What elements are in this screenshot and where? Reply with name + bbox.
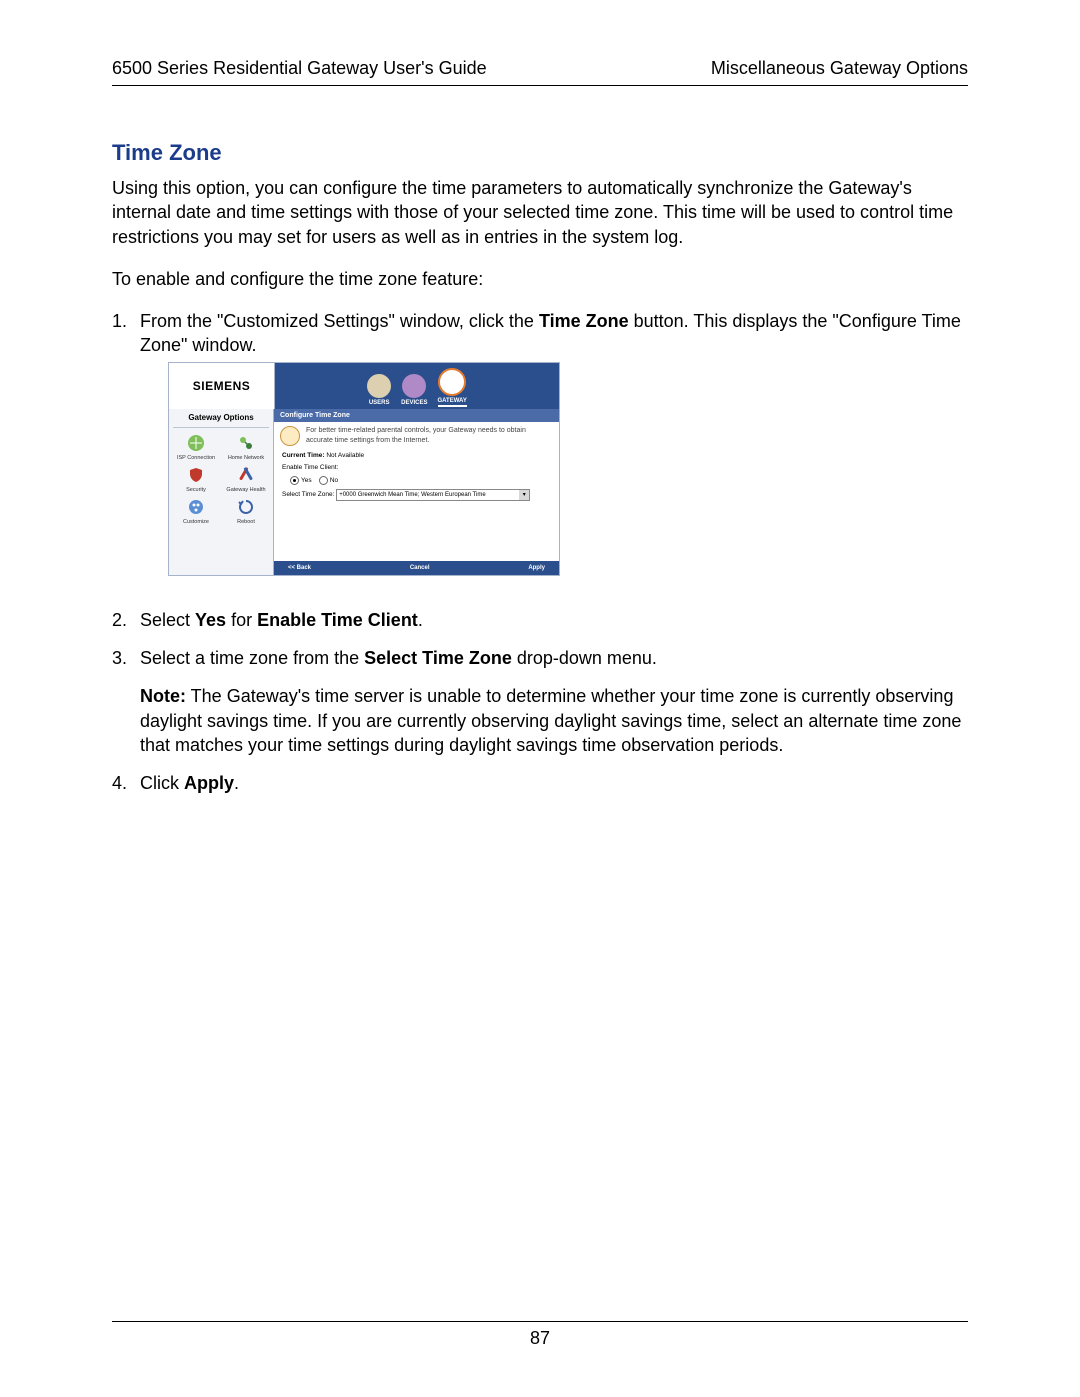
users-icon [367, 374, 391, 398]
radio-no[interactable] [319, 476, 328, 485]
step3-post: drop-down menu. [512, 648, 657, 668]
page-header: 6500 Series Residential Gateway User's G… [112, 58, 968, 86]
brand-area: SIEMENS [169, 363, 275, 409]
step1-bold: Time Zone [539, 311, 629, 331]
gateway-icon [438, 368, 466, 396]
sidebar-health-label: Gateway Health [226, 487, 265, 494]
sidebar: Gateway Options ISP Connection [169, 409, 274, 575]
sidebar-item-isp[interactable]: ISP Connection [173, 432, 219, 462]
step3-pre: Select a time zone from the [140, 648, 364, 668]
timezone-row: Select Time Zone: +0000 Greenwich Mean T… [282, 489, 551, 501]
customize-icon [185, 496, 207, 518]
step2-mid: for [226, 610, 257, 630]
step2-post: . [418, 610, 423, 630]
current-time-label: Current Time: [282, 452, 325, 459]
pane-header: Configure Time Zone [274, 409, 559, 422]
step1-pre: From the "Customized Settings" window, c… [140, 311, 539, 331]
pane-info: For better time-related parental control… [274, 422, 559, 450]
devices-icon [402, 374, 426, 398]
steps-list: 1. From the "Customized Settings" window… [112, 309, 968, 795]
configure-timezone-screenshot: SIEMENS USERS DEVICES [168, 362, 560, 576]
radio-no-label: No [330, 477, 338, 484]
cancel-button[interactable]: Cancel [406, 564, 434, 572]
step2-pre: Select [140, 610, 195, 630]
current-time-value: Not Available [326, 452, 364, 459]
brand-text: SIEMENS [193, 378, 251, 394]
step-3: 3. Select a time zone from the Select Ti… [112, 646, 968, 757]
clock-icon [280, 426, 300, 446]
intro-paragraph: Using this option, you can configure the… [112, 176, 968, 249]
step-number: 3. [112, 646, 140, 757]
nav-devices-label: DEVICES [401, 399, 427, 407]
step-2: 2. Select Yes for Enable Time Client. [112, 608, 968, 632]
top-nav: USERS DEVICES GATEWAY [275, 363, 559, 409]
pane-info-text: For better time-related parental control… [306, 426, 553, 445]
nav-users[interactable]: USERS [367, 374, 391, 407]
sidebar-isp-label: ISP Connection [177, 455, 215, 462]
sidebar-security-label: Security [186, 487, 206, 494]
step2-b1: Yes [195, 610, 226, 630]
step-number: 2. [112, 608, 140, 632]
page-number: 87 [530, 1328, 550, 1348]
enable-client-label: Enable Time Client: [282, 464, 551, 473]
step3-bold: Select Time Zone [364, 648, 512, 668]
step4-bold: Apply [184, 773, 234, 793]
step4-pre: Click [140, 773, 184, 793]
step3-note-label: Note: [140, 686, 186, 706]
page-footer: 87 [112, 1321, 968, 1349]
step4-post: . [234, 773, 239, 793]
header-left: 6500 Series Residential Gateway User's G… [112, 58, 487, 79]
sidebar-customize-label: Customize [183, 519, 209, 526]
step-4: 4. Click Apply. [112, 771, 968, 795]
bottom-bar: << Back Cancel Apply [274, 561, 559, 575]
step2-b2: Enable Time Client [257, 610, 418, 630]
lead-in-text: To enable and configure the time zone fe… [112, 267, 968, 291]
sidebar-item-reboot[interactable]: Reboot [223, 496, 269, 526]
main-pane: Configure Time Zone For better time-rela… [274, 409, 559, 575]
nav-gateway[interactable]: GATEWAY [438, 368, 467, 407]
nav-users-label: USERS [369, 399, 390, 407]
nav-devices[interactable]: DEVICES [401, 374, 427, 407]
step3-note-body: The Gateway's time server is unable to d… [140, 686, 961, 755]
header-right: Miscellaneous Gateway Options [711, 58, 968, 79]
enable-client-radios: Yes No [282, 476, 551, 486]
sidebar-item-customize[interactable]: Customize [173, 496, 219, 526]
sidebar-title: Gateway Options [173, 413, 269, 428]
step-number: 1. [112, 309, 140, 594]
sidebar-home-label: Home Network [228, 455, 264, 462]
back-button[interactable]: << Back [284, 564, 315, 572]
step-1: 1. From the "Customized Settings" window… [112, 309, 968, 594]
reboot-icon [235, 496, 257, 518]
apply-button[interactable]: Apply [524, 564, 549, 572]
sidebar-item-home[interactable]: Home Network [223, 432, 269, 462]
radio-yes-label: Yes [301, 477, 312, 484]
tz-select-value: +0000 Greenwich Mean Time; Western Europ… [339, 491, 485, 499]
section-title: Time Zone [112, 140, 968, 166]
home-icon [235, 432, 257, 454]
nav-gateway-label: GATEWAY [438, 397, 467, 405]
radio-yes[interactable] [290, 476, 299, 485]
isp-icon [185, 432, 207, 454]
sidebar-reboot-label: Reboot [237, 519, 255, 526]
app-body: Gateway Options ISP Connection [169, 409, 559, 575]
security-icon [185, 464, 207, 486]
tz-label: Select Time Zone: [282, 491, 334, 498]
current-time-row: Current Time: Not Available [282, 452, 551, 461]
health-icon [235, 464, 257, 486]
step-number: 4. [112, 771, 140, 795]
chevron-down-icon: ▾ [519, 490, 529, 500]
sidebar-item-security[interactable]: Security [173, 464, 219, 494]
app-top-bar: SIEMENS USERS DEVICES [169, 363, 559, 409]
tz-select[interactable]: +0000 Greenwich Mean Time; Western Europ… [336, 489, 530, 501]
sidebar-item-health[interactable]: Gateway Health [223, 464, 269, 494]
